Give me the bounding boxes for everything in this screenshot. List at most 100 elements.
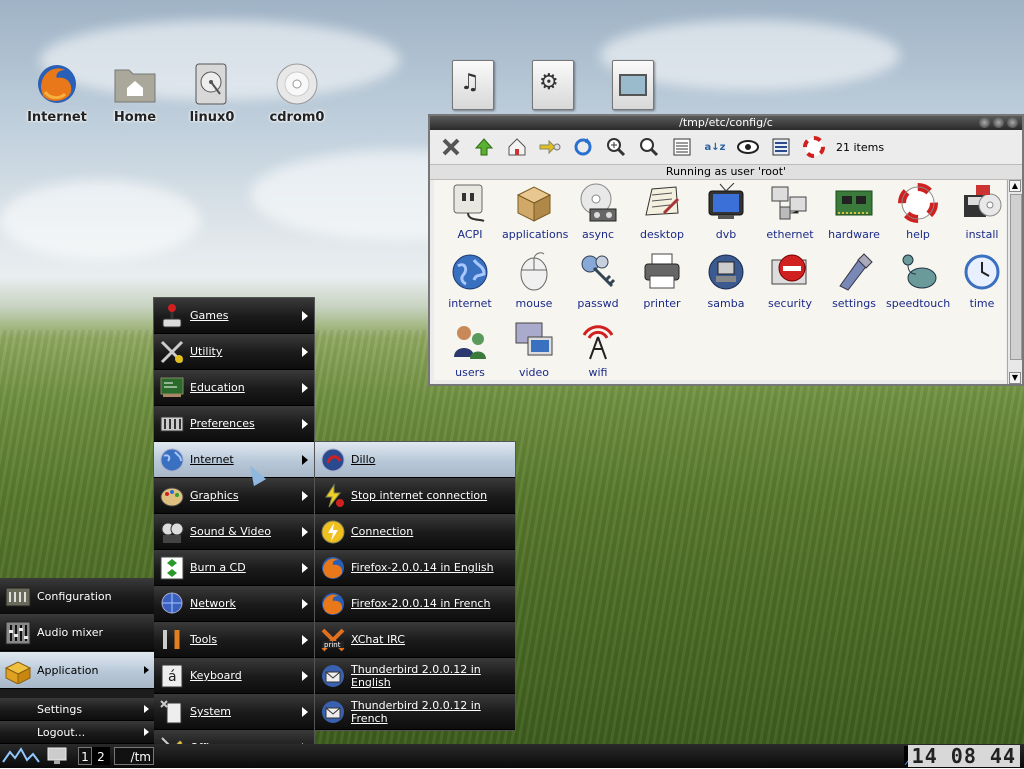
submenu-arrow-icon <box>302 382 308 393</box>
file-item-dvb[interactable]: dvb <box>694 182 758 241</box>
file-item-async[interactable]: async <box>566 182 630 241</box>
file-item-help[interactable]: help <box>886 182 950 241</box>
audio-file-icon[interactable]: ♫ <box>450 60 494 110</box>
samba-icon <box>705 251 747 293</box>
menu-item-tools[interactable]: Tools <box>154 622 314 658</box>
file-item-settings[interactable]: settings <box>822 251 886 310</box>
menu-item-education[interactable]: Education <box>154 370 314 406</box>
menu-item-thunderbird-2-0-0-12-in-french[interactable]: Thunderbird 2.0.0.12 in French <box>315 694 515 730</box>
file-item-users[interactable]: users <box>438 320 502 379</box>
launcher-wave-icon <box>2 747 40 763</box>
menu-item-application[interactable]: Application <box>0 652 154 689</box>
preferences-icon <box>158 410 186 438</box>
menu-item-firefox-2-0-0-14-in-english[interactable]: Firefox-2.0.0.14 in English <box>315 550 515 586</box>
file-item-video[interactable]: video <box>502 320 566 379</box>
window-titlebar[interactable]: /tmp/etc/config/c <box>430 116 1022 130</box>
menu-item-firefox-2-0-0-14-in-french[interactable]: Firefox-2.0.0.14 in French <box>315 586 515 622</box>
file-item-acpi[interactable]: ACPI <box>438 182 502 241</box>
workspace-2-button[interactable]: 2 <box>92 747 110 765</box>
menu-item-connection[interactable]: Connection <box>315 514 515 550</box>
zoom-in-icon[interactable] <box>603 134 629 160</box>
home-icon[interactable] <box>504 134 530 160</box>
scroll-thumb[interactable] <box>1010 194 1022 360</box>
menu-item-network[interactable]: Network <box>154 586 314 622</box>
file-item-label: install <box>965 228 999 241</box>
menu-item-audio-mixer[interactable]: Audio mixer <box>0 614 154 651</box>
menu-item-label: Stop internet connection <box>351 489 488 502</box>
task-button[interactable]: /tm <box>114 747 154 765</box>
taskbar: 1 2 /tm 14 08 44 <box>0 744 1024 768</box>
file-item-ethernet[interactable]: ethernet <box>758 182 822 241</box>
menu-item-stop-internet-connection[interactable]: Stop internet connection <box>315 478 515 514</box>
workspace-1-button[interactable]: 1 <box>78 747 92 765</box>
close-icon[interactable] <box>438 134 464 160</box>
item-count: 21 items <box>836 140 885 154</box>
file-item-wifi[interactable]: wifi <box>566 320 630 379</box>
eye-icon[interactable] <box>735 134 761 160</box>
menu-item-label: Application <box>37 663 99 677</box>
menu-item-keyboard[interactable]: á Keyboard <box>154 658 314 694</box>
menu-item-games[interactable]: Games <box>154 298 314 334</box>
list-icon[interactable] <box>768 134 794 160</box>
menu-item-logout[interactable]: Logout... <box>0 721 154 744</box>
file-item-speedtouch[interactable]: speedtouch <box>886 251 950 310</box>
vertical-scrollbar[interactable]: ▲ ▼ <box>1007 180 1022 384</box>
dillo-icon <box>319 446 347 474</box>
submenu-arrow-icon <box>302 562 308 573</box>
file-item-internet[interactable]: internet <box>438 251 502 310</box>
menu-item-xchat-irc[interactable]: print XChat IRC <box>315 622 515 658</box>
file-item-label: mouse <box>515 297 553 310</box>
desktop-icon-cdrom0[interactable]: cdrom0 <box>257 62 337 125</box>
menu-item-preferences[interactable]: Preferences <box>154 406 314 442</box>
menu-item-thunderbird-2-0-0-12-in-english[interactable]: Thunderbird 2.0.0.12 in English <box>315 658 515 694</box>
video-file-icon[interactable]: ⚙ <box>530 60 574 110</box>
file-item-desktop[interactable]: desktop <box>630 182 694 241</box>
file-item-label: hardware <box>828 228 880 241</box>
help-lifebuoy-icon[interactable] <box>801 134 827 160</box>
menu-item-label: Internet <box>190 453 234 466</box>
minimize-button[interactable] <box>979 117 990 128</box>
submenu-arrow-icon <box>302 310 308 321</box>
submenu-arrow-icon <box>302 598 308 609</box>
file-item-time[interactable]: time <box>950 251 1014 310</box>
go-icon[interactable] <box>537 134 563 160</box>
file-item-mouse[interactable]: mouse <box>502 251 566 310</box>
up-arrow-icon[interactable] <box>471 134 497 160</box>
file-manager-window[interactable]: /tmp/etc/config/c a↓z 21 items Running a… <box>428 114 1024 386</box>
menu-item-configuration[interactable]: Configuration <box>0 578 154 615</box>
file-item-samba[interactable]: samba <box>694 251 758 310</box>
scroll-up-button[interactable]: ▲ <box>1009 180 1021 192</box>
file-item-install[interactable]: install <box>950 182 1014 241</box>
desktop-icon-home[interactable]: Home <box>95 62 175 125</box>
menu-item-system[interactable]: System <box>154 694 314 730</box>
desktop-icon-internet[interactable]: Internet <box>17 62 97 125</box>
menu-item-dillo[interactable]: Dillo <box>315 442 515 478</box>
menu-item-burn-a-cd[interactable]: Burn a CD <box>154 550 314 586</box>
show-desktop-button[interactable] <box>46 747 68 765</box>
sort-icon[interactable]: a↓z <box>702 134 728 160</box>
menu-item-settings[interactable]: Settings <box>0 698 154 721</box>
start-button[interactable] <box>2 746 40 766</box>
scroll-down-button[interactable]: ▼ <box>1009 372 1021 384</box>
desktop-icon-label: Internet <box>27 110 87 125</box>
menu-item-graphics[interactable]: Graphics <box>154 478 314 514</box>
image-file-icon[interactable] <box>610 60 654 110</box>
menu-item-utility[interactable]: Utility <box>154 334 314 370</box>
firefox-icon <box>319 590 347 618</box>
close-window-button[interactable] <box>1007 117 1018 128</box>
file-item-applications[interactable]: applications <box>502 182 568 241</box>
file-item-security[interactable]: security <box>758 251 822 310</box>
file-item-passwd[interactable]: passwd <box>566 251 630 310</box>
blackboard-icon <box>158 374 186 402</box>
file-item-hardware[interactable]: hardware <box>822 182 886 241</box>
box-icon <box>513 182 555 224</box>
file-item-printer[interactable]: printer <box>630 251 694 310</box>
zoom-fit-icon[interactable] <box>636 134 662 160</box>
menu-item-sound-video[interactable]: Sound & Video <box>154 514 314 550</box>
refresh-icon[interactable] <box>570 134 596 160</box>
details-icon[interactable] <box>669 134 695 160</box>
menu-item-internet[interactable]: Internet <box>154 442 314 478</box>
cdrom-icon <box>275 62 319 106</box>
maximize-button[interactable] <box>993 117 1004 128</box>
desktop-icon-linux0[interactable]: linux0 <box>172 62 252 125</box>
